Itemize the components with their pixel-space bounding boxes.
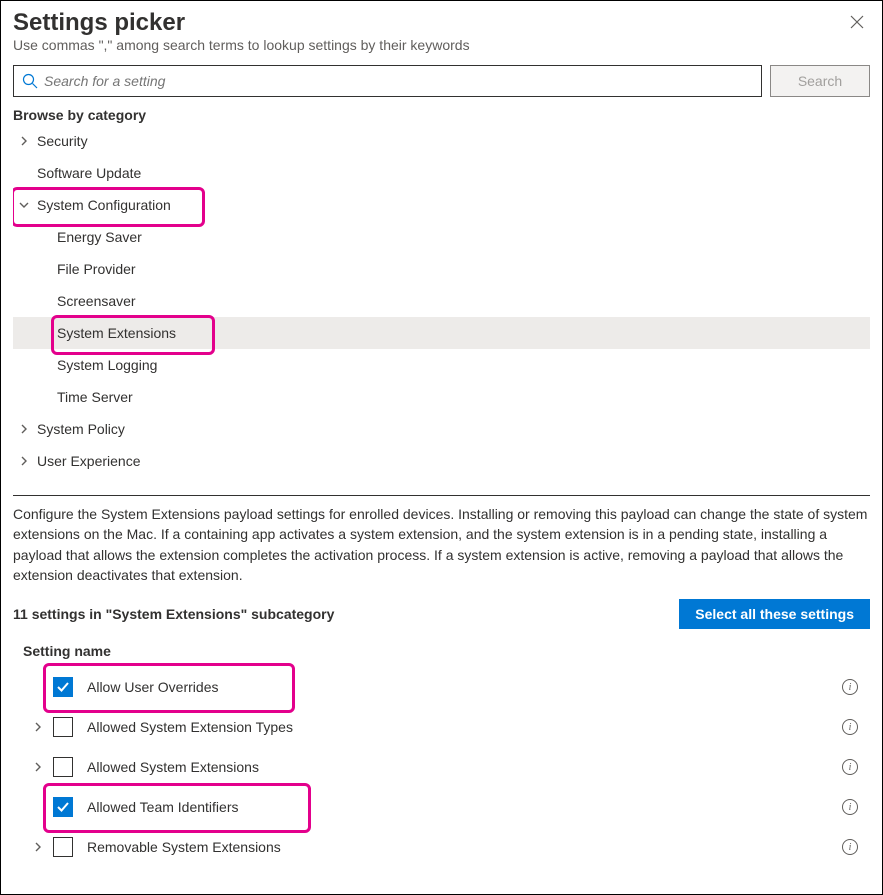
setting-label: Allowed Team Identifiers bbox=[87, 799, 842, 815]
select-all-button[interactable]: Select all these settings bbox=[679, 599, 870, 629]
settings-list: Allow User OverridesiAllowed System Exte… bbox=[13, 667, 870, 867]
category-item-security[interactable]: Security bbox=[13, 125, 870, 157]
category-label: Energy Saver bbox=[57, 229, 142, 245]
category-item-system-logging[interactable]: System Logging bbox=[13, 349, 870, 381]
chevron-down-icon bbox=[17, 198, 31, 212]
info-icon[interactable]: i bbox=[842, 839, 858, 855]
setting-checkbox[interactable] bbox=[53, 837, 73, 857]
settings-count-label: 11 settings in "System Extensions" subca… bbox=[13, 606, 334, 622]
info-icon[interactable]: i bbox=[842, 719, 858, 735]
setting-label: Allow User Overrides bbox=[87, 679, 842, 695]
category-label: Screensaver bbox=[57, 293, 136, 309]
section-divider bbox=[13, 495, 870, 496]
chevron-right-icon bbox=[17, 134, 31, 148]
info-icon[interactable]: i bbox=[842, 799, 858, 815]
setting-row-removable-system-extensions[interactable]: Removable System Extensionsi bbox=[13, 827, 870, 867]
setting-checkbox[interactable] bbox=[53, 717, 73, 737]
setting-checkbox[interactable] bbox=[53, 757, 73, 777]
page-subtitle: Use commas "," among search terms to loo… bbox=[13, 37, 470, 53]
chevron-right-icon bbox=[17, 454, 31, 468]
category-description: Configure the System Extensions payload … bbox=[13, 504, 870, 585]
category-label: Time Server bbox=[57, 389, 133, 405]
page-title: Settings picker bbox=[13, 9, 470, 37]
category-item-system-policy[interactable]: System Policy bbox=[13, 413, 870, 445]
setting-row-allowed-system-extensions[interactable]: Allowed System Extensionsi bbox=[13, 747, 870, 787]
category-item-time-server[interactable]: Time Server bbox=[13, 381, 870, 413]
browse-by-category-label: Browse by category bbox=[13, 107, 870, 123]
category-label: System Policy bbox=[37, 421, 125, 437]
category-label: Software Update bbox=[37, 165, 141, 181]
setting-label: Removable System Extensions bbox=[87, 839, 842, 855]
category-item-software-update[interactable]: Software Update bbox=[13, 157, 870, 189]
chevron-right-icon bbox=[17, 422, 31, 436]
category-item-energy-saver[interactable]: Energy Saver bbox=[13, 221, 870, 253]
category-label: User Experience bbox=[37, 453, 141, 469]
setting-checkbox[interactable] bbox=[53, 677, 73, 697]
setting-row-allowed-team-identifiers[interactable]: Allowed Team Identifiersi bbox=[13, 787, 870, 827]
expand-toggle[interactable] bbox=[29, 761, 47, 773]
column-header-setting-name: Setting name bbox=[13, 639, 870, 667]
category-label: System Logging bbox=[57, 357, 157, 373]
search-button[interactable]: Search bbox=[770, 65, 870, 97]
search-icon bbox=[22, 73, 38, 89]
setting-checkbox[interactable] bbox=[53, 797, 73, 817]
category-label: Security bbox=[37, 133, 88, 149]
category-item-file-provider[interactable]: File Provider bbox=[13, 253, 870, 285]
category-item-system-configuration[interactable]: System Configuration bbox=[13, 189, 870, 221]
setting-label: Allowed System Extensions bbox=[87, 759, 842, 775]
category-tree: Security Software Update System Configurat… bbox=[13, 125, 870, 477]
search-field-wrapper[interactable] bbox=[13, 65, 762, 97]
expand-toggle[interactable] bbox=[29, 841, 47, 853]
close-button[interactable] bbox=[844, 9, 870, 40]
category-label: System Extensions bbox=[57, 325, 176, 341]
category-item-user-experience[interactable]: User Experience bbox=[13, 445, 870, 477]
category-label: System Configuration bbox=[37, 197, 171, 213]
search-input[interactable] bbox=[44, 73, 753, 89]
category-item-system-extensions[interactable]: System Extensions bbox=[13, 317, 870, 349]
setting-row-allow-user-overrides[interactable]: Allow User Overridesi bbox=[13, 667, 870, 707]
category-item-screensaver[interactable]: Screensaver bbox=[13, 285, 870, 317]
setting-label: Allowed System Extension Types bbox=[87, 719, 842, 735]
info-icon[interactable]: i bbox=[842, 679, 858, 695]
expand-toggle[interactable] bbox=[29, 721, 47, 733]
info-icon[interactable]: i bbox=[842, 759, 858, 775]
setting-row-allowed-system-extension-types[interactable]: Allowed System Extension Typesi bbox=[13, 707, 870, 747]
category-label: File Provider bbox=[57, 261, 136, 277]
close-icon bbox=[850, 15, 864, 29]
